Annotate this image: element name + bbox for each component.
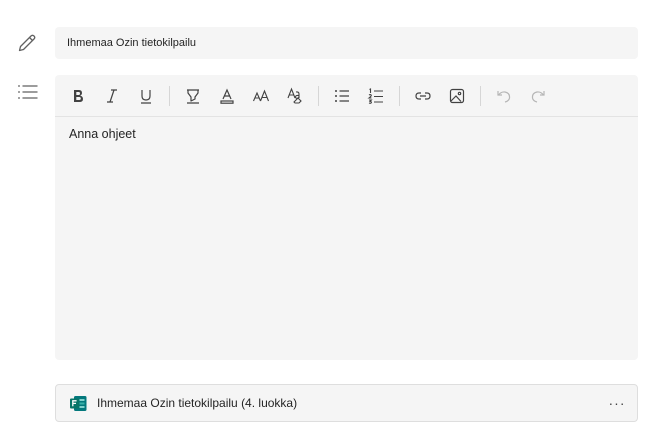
list-icon — [16, 82, 38, 104]
numbered-list-icon — [367, 87, 383, 104]
formatting-toolbar — [55, 75, 638, 117]
highlight-button[interactable] — [180, 83, 206, 109]
redo-button[interactable] — [525, 83, 551, 109]
assignment-title-field[interactable]: Ihmemaa Ozin tietokilpailu — [55, 27, 638, 59]
assignment-title-text: Ihmemaa Ozin tietokilpailu — [67, 37, 197, 49]
pencil-icon — [16, 32, 38, 54]
numbered-list-button[interactable] — [363, 83, 389, 109]
instructions-placeholder: Anna ohjeet — [69, 127, 136, 141]
clear-formatting-icon — [287, 86, 302, 104]
clear-formatting-button[interactable] — [282, 83, 308, 109]
toolbar-separator — [399, 85, 400, 106]
bulleted-list-button[interactable] — [329, 83, 355, 109]
instructions-text-area[interactable]: Anna ohjeet — [55, 117, 638, 151]
undo-button[interactable] — [491, 83, 517, 109]
more-options-icon: ··· — [608, 395, 626, 411]
microsoft-forms-icon — [70, 395, 87, 411]
forms-attachment[interactable]: Ihmemaa Ozin tietokilpailu (4. luokka) ·… — [55, 384, 638, 422]
image-icon — [449, 88, 465, 103]
toolbar-separator — [480, 85, 481, 106]
italic-icon — [107, 88, 117, 103]
toolbar-separator — [169, 85, 170, 106]
font-color-button[interactable] — [214, 83, 240, 109]
link-button[interactable] — [410, 83, 436, 109]
more-options-button[interactable]: ··· — [605, 391, 629, 415]
underline-button[interactable] — [133, 83, 159, 109]
highlight-icon — [187, 88, 199, 104]
italic-button[interactable] — [99, 83, 125, 109]
font-size-icon — [252, 89, 270, 101]
bold-button[interactable] — [65, 83, 91, 109]
toolbar-separator — [318, 85, 319, 106]
undo-icon — [497, 90, 511, 103]
attachment-label: Ihmemaa Ozin tietokilpailu (4. luokka) — [97, 396, 298, 410]
bold-icon — [74, 89, 83, 102]
instructions-editor[interactable]: Anna ohjeet — [55, 75, 638, 360]
link-icon — [415, 91, 431, 100]
image-button[interactable] — [444, 83, 470, 109]
font-size-button[interactable] — [248, 83, 274, 109]
redo-icon — [531, 90, 545, 103]
bulleted-list-icon — [335, 89, 349, 102]
underline-icon — [141, 89, 151, 104]
font-color-icon — [220, 88, 234, 104]
